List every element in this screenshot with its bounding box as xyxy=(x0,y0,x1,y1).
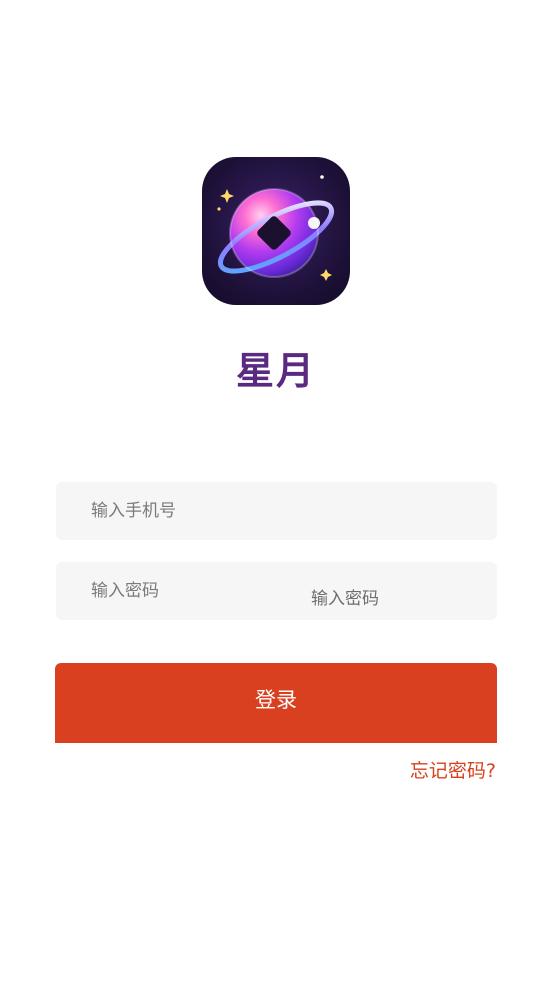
phone-input[interactable] xyxy=(56,482,497,540)
login-button[interactable]: 登录 xyxy=(55,663,497,743)
forgot-password-link[interactable]: 忘记密码? xyxy=(410,756,496,783)
app-logo xyxy=(202,157,350,305)
app-name: 星月 xyxy=(235,349,316,393)
password-input[interactable] xyxy=(56,562,497,620)
password-overlay-label: 输入密码 xyxy=(311,589,379,609)
planet-logo-icon xyxy=(217,175,335,281)
